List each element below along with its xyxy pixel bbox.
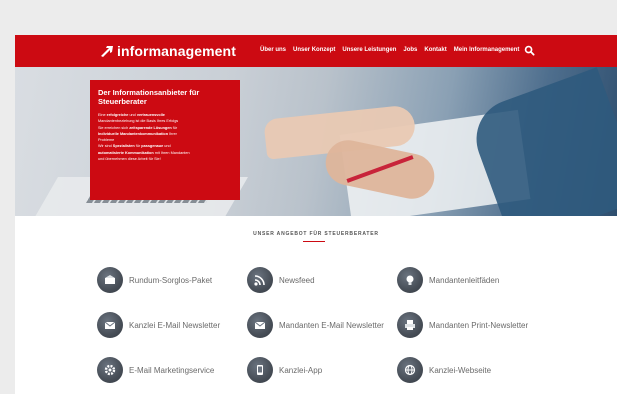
- hero-text-line: und übernehmen diese Arbeit für Sie!: [98, 157, 161, 162]
- mail-icon: [97, 312, 123, 338]
- nav-item-ueber-uns[interactable]: Über uns: [260, 47, 286, 53]
- title-divider: [303, 241, 325, 242]
- lightbulb-icon: [397, 267, 423, 293]
- offer-mandanten-print-newsletter[interactable]: Mandanten Print-Newsletter: [397, 312, 528, 338]
- offer-label: Kanzlei E-Mail Newsletter: [129, 320, 221, 330]
- arrow-logo-icon: [101, 46, 113, 57]
- offer-email-marketingservice[interactable]: E-Mail Marketingservice: [97, 357, 214, 383]
- phone-icon: [247, 357, 273, 383]
- main-nav: Über uns Unser Konzept Unsere Leistungen…: [260, 47, 519, 53]
- offer-kanzlei-email-newsletter[interactable]: Kanzlei E-Mail Newsletter: [97, 312, 220, 338]
- section-title: UNSER ANGEBOT FÜR STEUERBERATER: [253, 231, 379, 237]
- offer-label: Kanzlei-App: [279, 365, 323, 375]
- hero-title: Der Informationsanbieter für Steuerberat…: [98, 88, 200, 106]
- package-icon: [97, 267, 123, 293]
- offer-kanzlei-app[interactable]: Kanzlei-App: [247, 357, 322, 383]
- hero-text-box: Der Informationsanbieter für Steuerberat…: [90, 80, 240, 200]
- offer-label: E-Mail Marketingservice: [129, 365, 215, 375]
- offer-label: Mandantenleitfäden: [429, 275, 500, 285]
- rss-icon: [247, 267, 273, 293]
- web-page: informanagement Über uns Unser Konzept U…: [15, 35, 617, 394]
- offer-label: Newsfeed: [279, 275, 315, 285]
- brand-logo[interactable]: informanagement: [100, 43, 236, 59]
- globe-icon: [397, 357, 423, 383]
- offer-label: Mandanten Print-Newsletter: [429, 320, 529, 330]
- hero-banner: Der Informationsanbieter für Steuerberat…: [15, 67, 617, 216]
- hero-text: Eine erfolgreiche und vertrauensvolle Ma…: [98, 112, 232, 162]
- nav-item-jobs[interactable]: Jobs: [403, 47, 417, 53]
- brand-name: informanagement: [117, 43, 236, 59]
- nav-item-unsere-leistungen[interactable]: Unsere Leistungen: [342, 47, 396, 53]
- search-icon[interactable]: [524, 45, 535, 56]
- top-navbar: informanagement Über uns Unser Konzept U…: [15, 35, 617, 67]
- offer-label: Mandanten E-Mail Newsletter: [279, 320, 384, 330]
- offer-mandanten-email-newsletter[interactable]: Mandanten E-Mail Newsletter: [247, 312, 384, 338]
- offer-rundum-sorglos-paket[interactable]: Rundum-Sorglos-Paket: [97, 267, 212, 293]
- nav-item-kontakt[interactable]: Kontakt: [424, 47, 446, 53]
- offer-mandantenleitfaeden[interactable]: Mandantenleitfäden: [397, 267, 499, 293]
- offer-label: Rundum-Sorglos-Paket: [129, 275, 213, 285]
- offer-label: Kanzlei-Webseite: [429, 365, 492, 375]
- nav-item-unser-konzept[interactable]: Unser Konzept: [293, 47, 335, 53]
- print-icon: [397, 312, 423, 338]
- gear-icon: [97, 357, 123, 383]
- offer-kanzlei-webseite[interactable]: Kanzlei-Webseite: [397, 357, 491, 383]
- nav-item-mein-informanagement[interactable]: Mein Informanagement: [454, 47, 520, 53]
- offer-newsfeed[interactable]: Newsfeed: [247, 267, 315, 293]
- mail-icon: [247, 312, 273, 338]
